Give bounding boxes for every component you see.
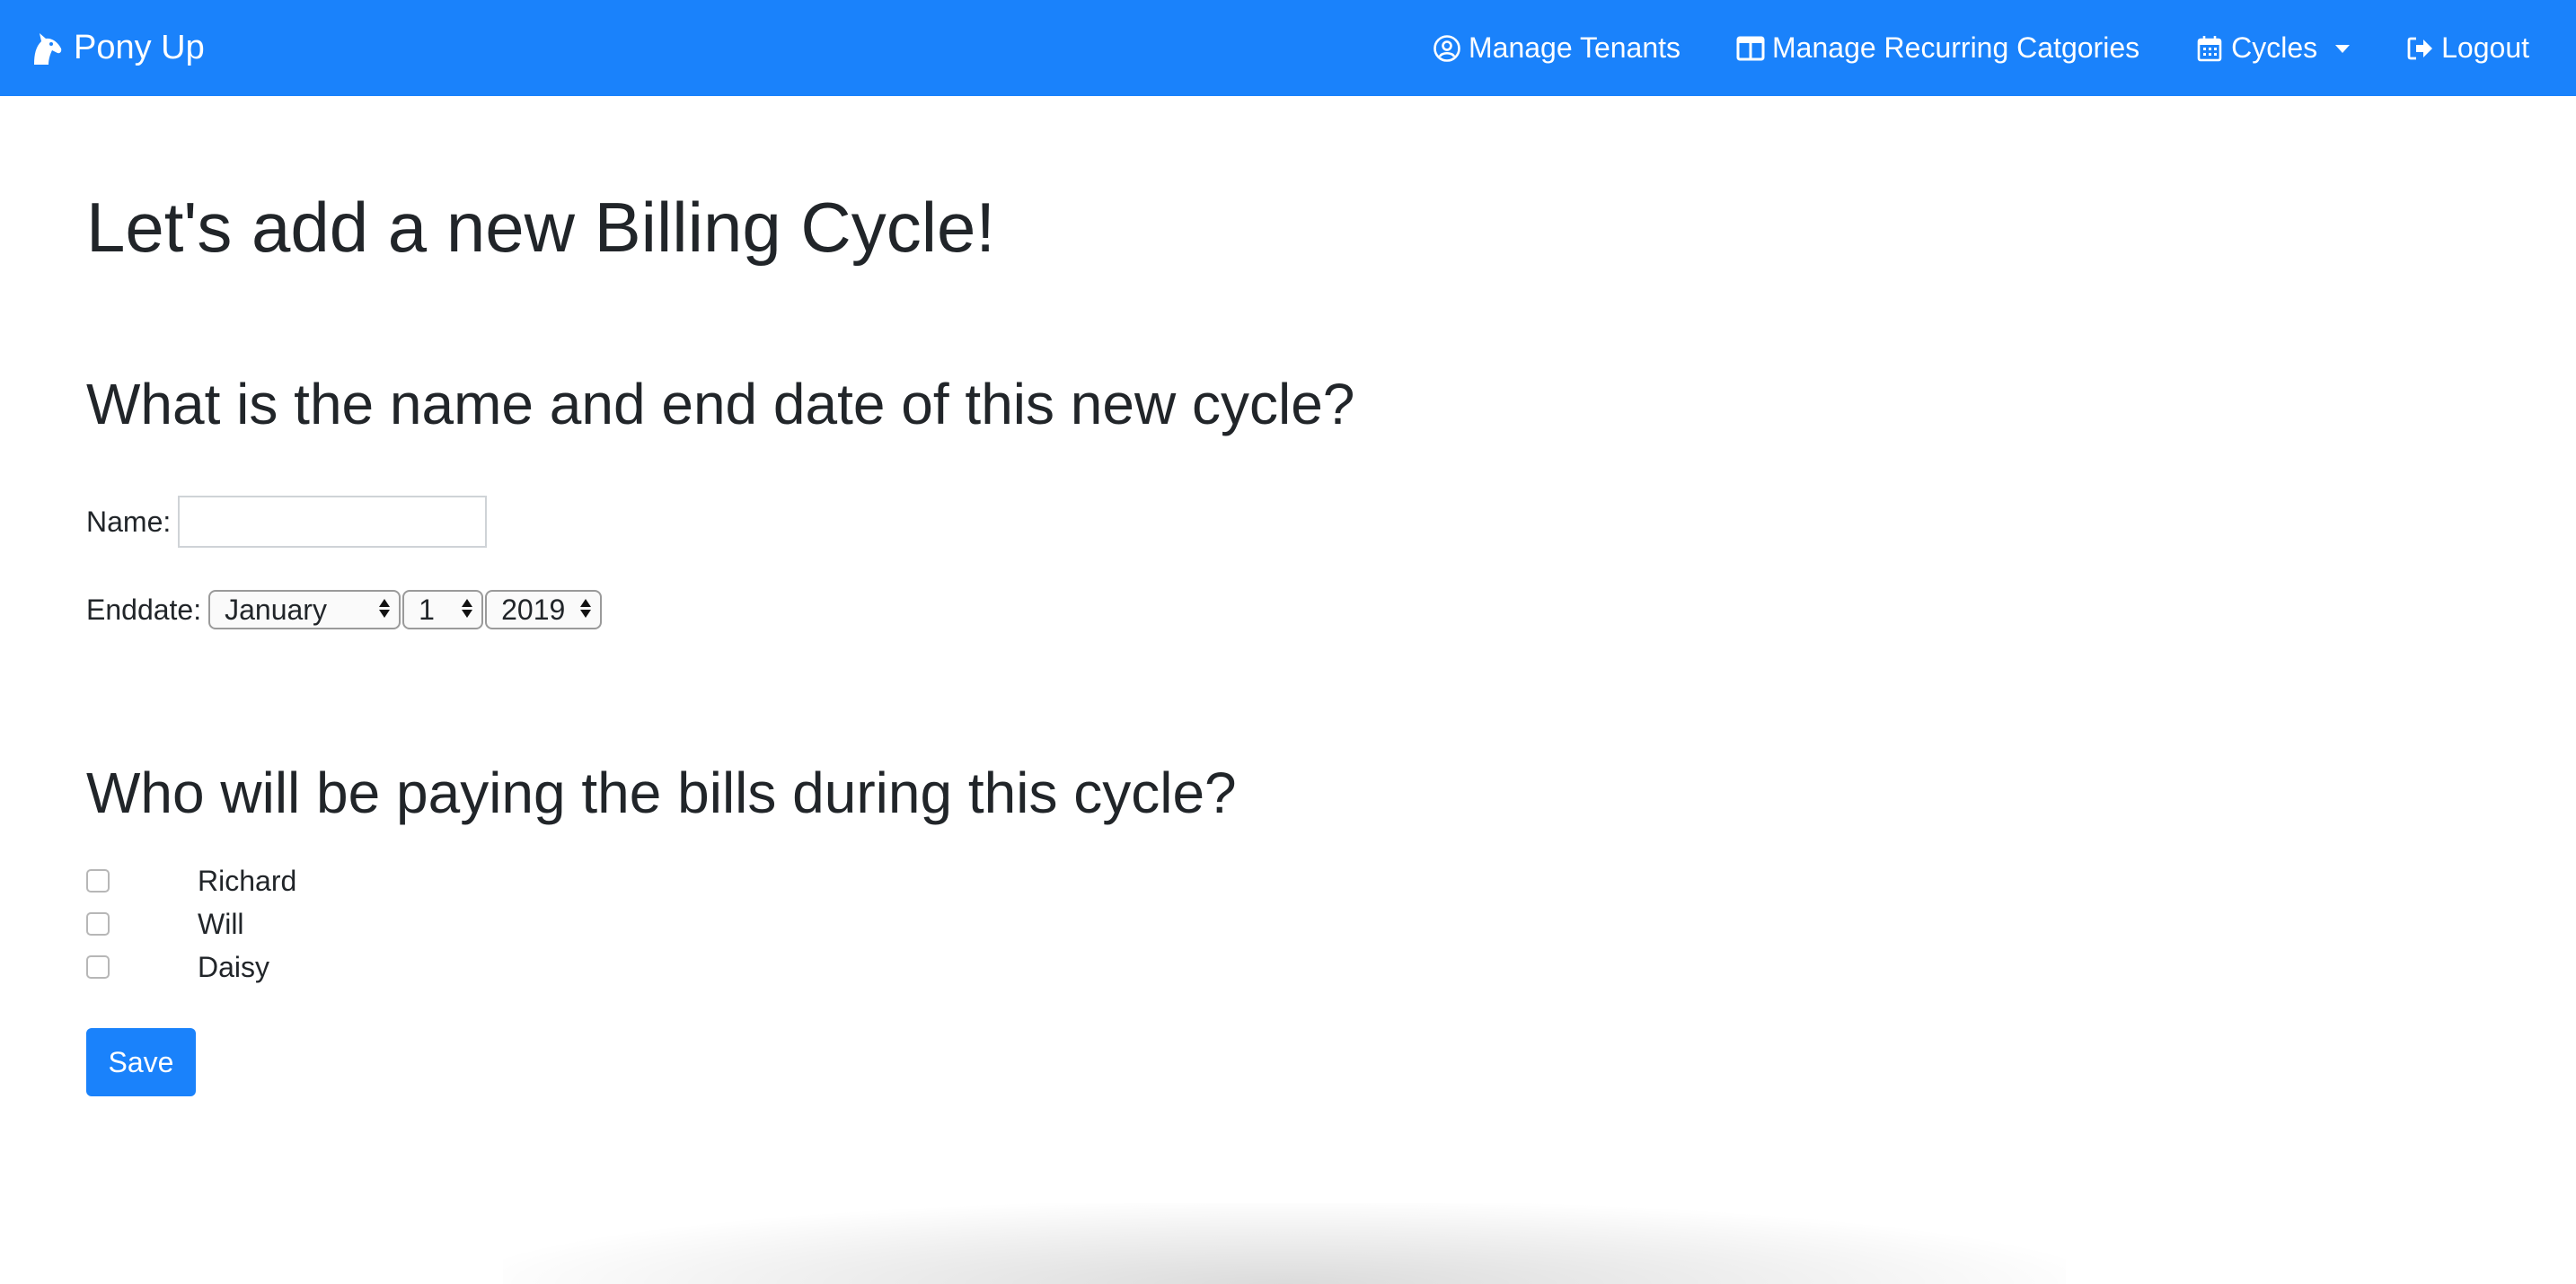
brand-link[interactable]: Pony Up — [27, 29, 205, 68]
nav-manage-recurring-categories[interactable]: Manage Recurring Catgories — [1736, 31, 2139, 65]
tenants-heading: Who will be paying the bills during this… — [86, 761, 1237, 825]
name-field-row: Name: — [86, 496, 488, 548]
list-item: Richard — [86, 859, 296, 902]
tenant-checkbox-richard[interactable] — [86, 869, 110, 893]
calendar-icon — [2195, 34, 2224, 63]
brand-name: Pony Up — [74, 29, 205, 66]
tenant-checkbox-will[interactable] — [86, 912, 110, 936]
list-item: Daisy — [86, 945, 296, 989]
enddate-year-select[interactable]: 2019 — [485, 590, 603, 629]
nav-label: Manage Tenants — [1468, 31, 1681, 64]
enddate-label: Enddate: — [86, 593, 202, 626]
sign-out-icon — [2405, 34, 2434, 63]
tenant-name: Daisy — [198, 950, 270, 983]
tenant-name: Will — [198, 907, 244, 940]
select-arrows-icon — [462, 599, 473, 618]
select-arrows-icon — [580, 599, 592, 618]
day-value: 1 — [419, 593, 435, 626]
horse-head-icon — [27, 29, 66, 68]
top-navbar: Pony Up Manage Tenants Manage Recurring … — [0, 0, 2576, 96]
nav-logout[interactable]: Logout — [2405, 31, 2529, 65]
nav-manage-tenants[interactable]: Manage Tenants — [1433, 31, 1681, 65]
page-title: Let's add a new Billing Cycle! — [86, 188, 996, 267]
year-value: 2019 — [501, 593, 566, 626]
list-item: Will — [86, 902, 296, 945]
enddate-day-select[interactable]: 1 — [402, 590, 484, 629]
nav-label: Logout — [2441, 31, 2529, 64]
nav-cycles-dropdown[interactable]: Cycles — [2195, 31, 2351, 65]
enddate-month-select[interactable]: January — [208, 590, 401, 629]
name-label: Name: — [86, 505, 172, 538]
nav-label: Cycles — [2231, 31, 2318, 64]
nav-links: Manage Tenants Manage Recurring Catgorie… — [1433, 0, 2549, 96]
user-circle-icon — [1433, 34, 1461, 63]
enddate-field-row: Enddate: January 1 2019 — [86, 590, 604, 629]
cycle-name-input[interactable] — [178, 496, 488, 548]
columns-icon — [1736, 34, 1765, 63]
caret-down-icon — [2335, 45, 2351, 53]
save-button[interactable]: Save — [86, 1028, 196, 1096]
select-arrows-icon — [379, 599, 391, 618]
nav-label: Manage Recurring Catgories — [1772, 31, 2140, 64]
cycle-details-heading: What is the name and end date of this ne… — [86, 372, 1355, 436]
month-value: January — [225, 593, 327, 626]
tenant-checkbox-daisy[interactable] — [86, 955, 110, 979]
bottom-shadow — [503, 1203, 2066, 1284]
tenant-list: Richard Will Daisy — [86, 859, 296, 989]
tenant-name: Richard — [198, 864, 297, 897]
